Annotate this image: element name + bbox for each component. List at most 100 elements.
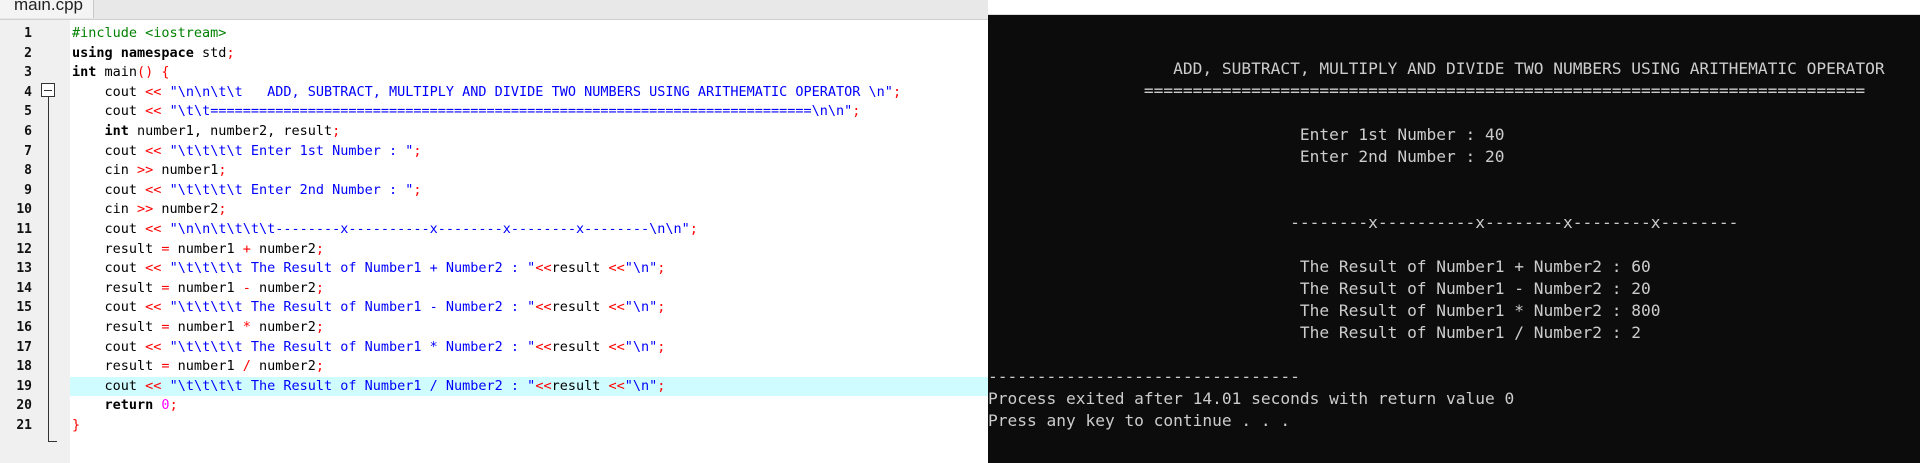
code-token: ; xyxy=(315,240,325,257)
code-token: "\t\t\t\t Enter 1st Number : " xyxy=(169,142,414,159)
line-number: 21 xyxy=(16,418,32,433)
code-line-text: cout << "\t\t\t\t The Result of Number1 … xyxy=(70,260,666,277)
code-token: cout xyxy=(72,181,146,198)
line-number: 3 xyxy=(24,65,32,81)
code-token: number2 xyxy=(250,358,316,375)
line-number: 7 xyxy=(24,143,32,159)
console-line: ========================================… xyxy=(988,81,1866,100)
code-line[interactable]: cout << "\t\t\t\t The Result of Number1 … xyxy=(70,259,988,279)
code-token: result xyxy=(551,299,609,316)
code-line[interactable]: cin >> number1; xyxy=(70,161,988,181)
code-token: ; xyxy=(657,338,666,355)
code-token: result xyxy=(72,279,162,296)
line-number: 2 xyxy=(24,45,32,61)
code-line-text: cout << "\t\t===========================… xyxy=(70,103,861,119)
code-token: << xyxy=(145,83,162,100)
code-line[interactable]: result = number1 - number2; xyxy=(70,279,988,299)
tab-main-cpp[interactable]: main.cpp xyxy=(0,0,94,18)
fold-collapse-icon[interactable] xyxy=(41,83,55,97)
code-token: "\n" xyxy=(624,260,658,277)
code-token: ; xyxy=(315,319,325,335)
code-line[interactable]: cout << "\t\t===========================… xyxy=(70,102,988,122)
code-token: >> xyxy=(137,201,154,218)
code-line[interactable]: result = number1 + number2; xyxy=(70,240,988,260)
code-token: << xyxy=(145,181,162,198)
code-line[interactable]: cout << "\t\t\t\t The Result of Number1 … xyxy=(70,298,988,318)
code-token: "\t\t\t\t The Result of Number1 - Number… xyxy=(169,299,536,316)
code-token: main xyxy=(96,64,138,81)
code-line[interactable]: cout << "\n\n\t\t ADD, SUBTRACT, MULTIPL… xyxy=(70,83,988,103)
code-token: () { xyxy=(137,64,170,81)
code-token: cout xyxy=(72,338,146,355)
code-line[interactable]: cout << "\t\t\t\t Enter 2nd Number : "; xyxy=(70,181,988,201)
code-line-text: cout << "\n\n\t\t\t\t--------x----------… xyxy=(70,221,698,237)
code-token: result xyxy=(551,338,609,355)
code-line[interactable]: return 0; xyxy=(70,396,988,416)
code-token: number1 xyxy=(169,240,243,257)
code-line[interactable]: #include <iostream> xyxy=(70,24,988,44)
code-token: ; xyxy=(657,260,666,277)
code-line[interactable]: result = number1 * number2; xyxy=(70,318,988,338)
code-line[interactable]: int number1, number2, result; xyxy=(70,122,988,142)
console-line: --------x----------x--------x--------x--… xyxy=(988,213,1739,232)
code-token: << xyxy=(145,221,162,237)
code-token: int xyxy=(72,64,97,81)
code-token: "\t\t\t\t The Result of Number1 / Number… xyxy=(169,377,536,394)
code-line-text: return 0; xyxy=(70,397,178,413)
code-token: ; xyxy=(218,162,227,179)
line-number: 10 xyxy=(16,202,32,218)
code-line[interactable]: result = number1 / number2; xyxy=(70,357,988,377)
fold-guide-line xyxy=(48,97,49,441)
code-line[interactable]: } xyxy=(70,416,988,436)
code-line[interactable]: int main() { xyxy=(70,63,988,83)
code-token: number1 xyxy=(153,162,219,179)
code-line-text: cout << "\t\t\t\t The Result of Number1 … xyxy=(70,299,666,316)
code-line[interactable]: cout << "\n\n\t\t\t\t--------x----------… xyxy=(70,220,988,240)
code-line[interactable]: using namespace std; xyxy=(70,44,988,64)
code-line-text: result = number1 + number2; xyxy=(70,240,325,257)
code-line-text: using namespace std; xyxy=(70,45,235,61)
code-token: "\n\n\t\t\t\t--------x----------x-------… xyxy=(169,221,690,237)
code-token: ; xyxy=(689,221,698,237)
code-line-text: cout << "\t\t\t\t The Result of Number1 … xyxy=(70,338,666,355)
code-token: number2 xyxy=(250,279,316,296)
line-number: 20 xyxy=(16,398,32,414)
console-window[interactable]: ADD, SUBTRACT, MULTIPLY AND DIVIDE TWO N… xyxy=(988,0,1920,463)
code-token: return xyxy=(72,397,154,414)
code-line[interactable]: cout << "\t\t\t\t The Result of Number1 … xyxy=(70,376,988,397)
console-line: The Result of Number1 + Number2 : 60 xyxy=(988,257,1651,276)
code-token: << xyxy=(145,142,162,159)
code-line-text: cout << "\t\t\t\t Enter 2nd Number : "; xyxy=(70,182,422,198)
code-editor[interactable]: main.cpp 1 2 3 4 5 6 7 8 9 10 11 12 13 14 15 16 17 18 19 20… xyxy=(0,0,988,463)
code-token: "\n" xyxy=(624,338,658,355)
code-token: >> xyxy=(137,162,154,179)
code-token: = xyxy=(161,319,170,335)
line-number: 8 xyxy=(24,163,32,179)
code-token: cin xyxy=(72,201,138,218)
code-line-text: } xyxy=(70,417,80,433)
code-token: ; xyxy=(892,83,902,100)
code-token: << xyxy=(145,338,162,355)
line-number: 19 xyxy=(16,378,32,394)
console-line: The Result of Number1 - Number2 : 20 xyxy=(988,279,1651,298)
line-number: 5 xyxy=(24,104,32,120)
code-token: ; xyxy=(657,377,666,394)
code-token: cout xyxy=(72,260,146,277)
code-line[interactable]: cout << "\t\t\t\t The Result of Number1 … xyxy=(70,338,988,358)
line-number: 11 xyxy=(16,222,32,237)
code-line[interactable]: cout << "\t\t\t\t Enter 1st Number : "; xyxy=(70,142,988,162)
code-line-text: cin >> number1; xyxy=(70,162,227,179)
code-token: "\n" xyxy=(624,377,658,394)
code-token: result xyxy=(72,358,162,375)
code-token: cout xyxy=(72,221,146,237)
code-line[interactable]: cin >> number2; xyxy=(70,200,988,220)
code-token: "\t\t\t\t Enter 2nd Number : " xyxy=(169,181,414,198)
code-line-text: cout << "\t\t\t\t Enter 1st Number : "; xyxy=(70,143,422,159)
line-number: 4 xyxy=(24,84,32,100)
